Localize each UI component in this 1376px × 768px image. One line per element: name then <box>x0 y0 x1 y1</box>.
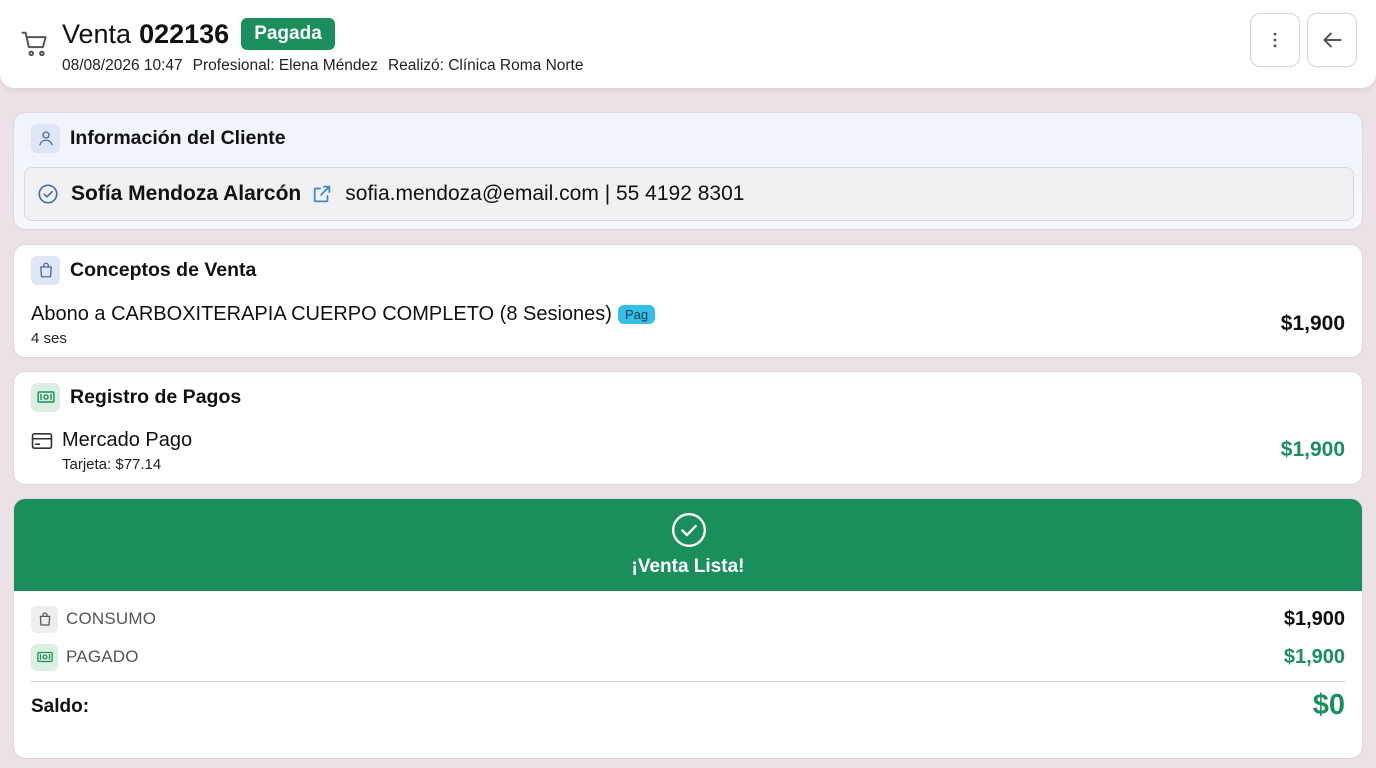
check-circle-icon <box>37 183 59 205</box>
sale-number: 022136 <box>139 18 230 49</box>
list-item: Abono a CARBOXITERAPIA CUERPO COMPLETO (… <box>31 303 656 326</box>
sale-meta: 08/08/2026 10:47 Profesional: Elena Ménd… <box>62 57 583 75</box>
sale-professional: Profesional: Elena Méndez <box>192 57 378 74</box>
external-link-icon[interactable] <box>311 183 333 205</box>
client-name: Sofía Mendoza Alarcón <box>71 182 302 205</box>
client-contact: sofia.mendoza@email.com | 55 4192 8301 <box>345 182 745 205</box>
client-section-header: Información del Cliente <box>31 123 286 153</box>
shopping-cart-icon <box>20 29 50 59</box>
sale-concepts-card: Conceptos de Venta Abono a CARBOXITERAPI… <box>13 244 1363 358</box>
client-info-card: Información del Cliente Sofía Mendoza Al… <box>13 112 1363 230</box>
more-options-button[interactable] <box>1250 13 1300 67</box>
client-section-title: Información del Cliente <box>70 126 286 149</box>
consumo-label: CONSUMO <box>66 609 157 628</box>
banknote-icon <box>31 643 58 671</box>
payments-section-header: Registro de Pagos <box>31 382 241 412</box>
payment-method: Mercado Pago <box>62 429 193 451</box>
banknote-icon <box>31 382 60 412</box>
concept-name: Abono a CARBOXITERAPIA CUERPO COMPLETO (… <box>31 303 612 325</box>
sale-header: Venta 022136 Pagada 08/08/2026 10:47 Pro… <box>0 0 1376 88</box>
sale-summary-card: ¡Venta Lista! CONSUMO $1,900 PAGADO $1,9… <box>13 498 1363 759</box>
client-row: Sofía Mendoza Alarcón sofia.mendoza@emai… <box>24 167 1354 221</box>
title-label: Venta <box>62 18 132 49</box>
pagado-label: PAGADO <box>66 647 139 666</box>
payments-section-title: Registro de Pagos <box>70 385 242 408</box>
concept-sessions: 4 ses <box>31 330 67 347</box>
concept-amount: $1,900 <box>1280 312 1345 335</box>
pagado-value: $1,900 <box>1283 645 1345 668</box>
sale-complete-banner: ¡Venta Lista! <box>14 499 1362 591</box>
payments-card: Registro de Pagos Mercado Pago Tarjeta: … <box>13 371 1363 485</box>
check-circle-icon <box>670 511 708 549</box>
divider <box>31 681 1345 682</box>
arrow-left-icon <box>1319 27 1345 53</box>
pagado-row: PAGADO $1,900 <box>31 643 1345 671</box>
credit-card-icon <box>31 432 53 450</box>
shopping-bag-icon <box>31 255 60 285</box>
sale-date: 08/08/2026 10:47 <box>62 57 183 74</box>
saldo-label: Saldo: <box>31 696 90 717</box>
status-badge: Pagada <box>241 18 335 50</box>
user-icon <box>31 123 60 153</box>
consumo-row: CONSUMO $1,900 <box>31 605 1345 633</box>
sale-made-by: Realizó: Clínica Roma Norte <box>387 57 584 74</box>
consumo-value: $1,900 <box>1283 607 1345 630</box>
paid-badge: Pag <box>617 305 656 324</box>
concepts-section-header: Conceptos de Venta <box>31 255 256 285</box>
saldo-value: $0 <box>1312 689 1345 721</box>
more-vertical-icon <box>1265 30 1285 50</box>
banner-text: ¡Venta Lista! <box>631 556 745 577</box>
payment-detail: Tarjeta: $77.14 <box>62 456 162 473</box>
back-button[interactable] <box>1307 13 1357 67</box>
shopping-bag-icon <box>31 605 58 633</box>
payment-amount: $1,900 <box>1280 438 1345 461</box>
page-title: Venta 022136 Pagada <box>62 14 335 54</box>
concepts-section-title: Conceptos de Venta <box>70 258 257 281</box>
